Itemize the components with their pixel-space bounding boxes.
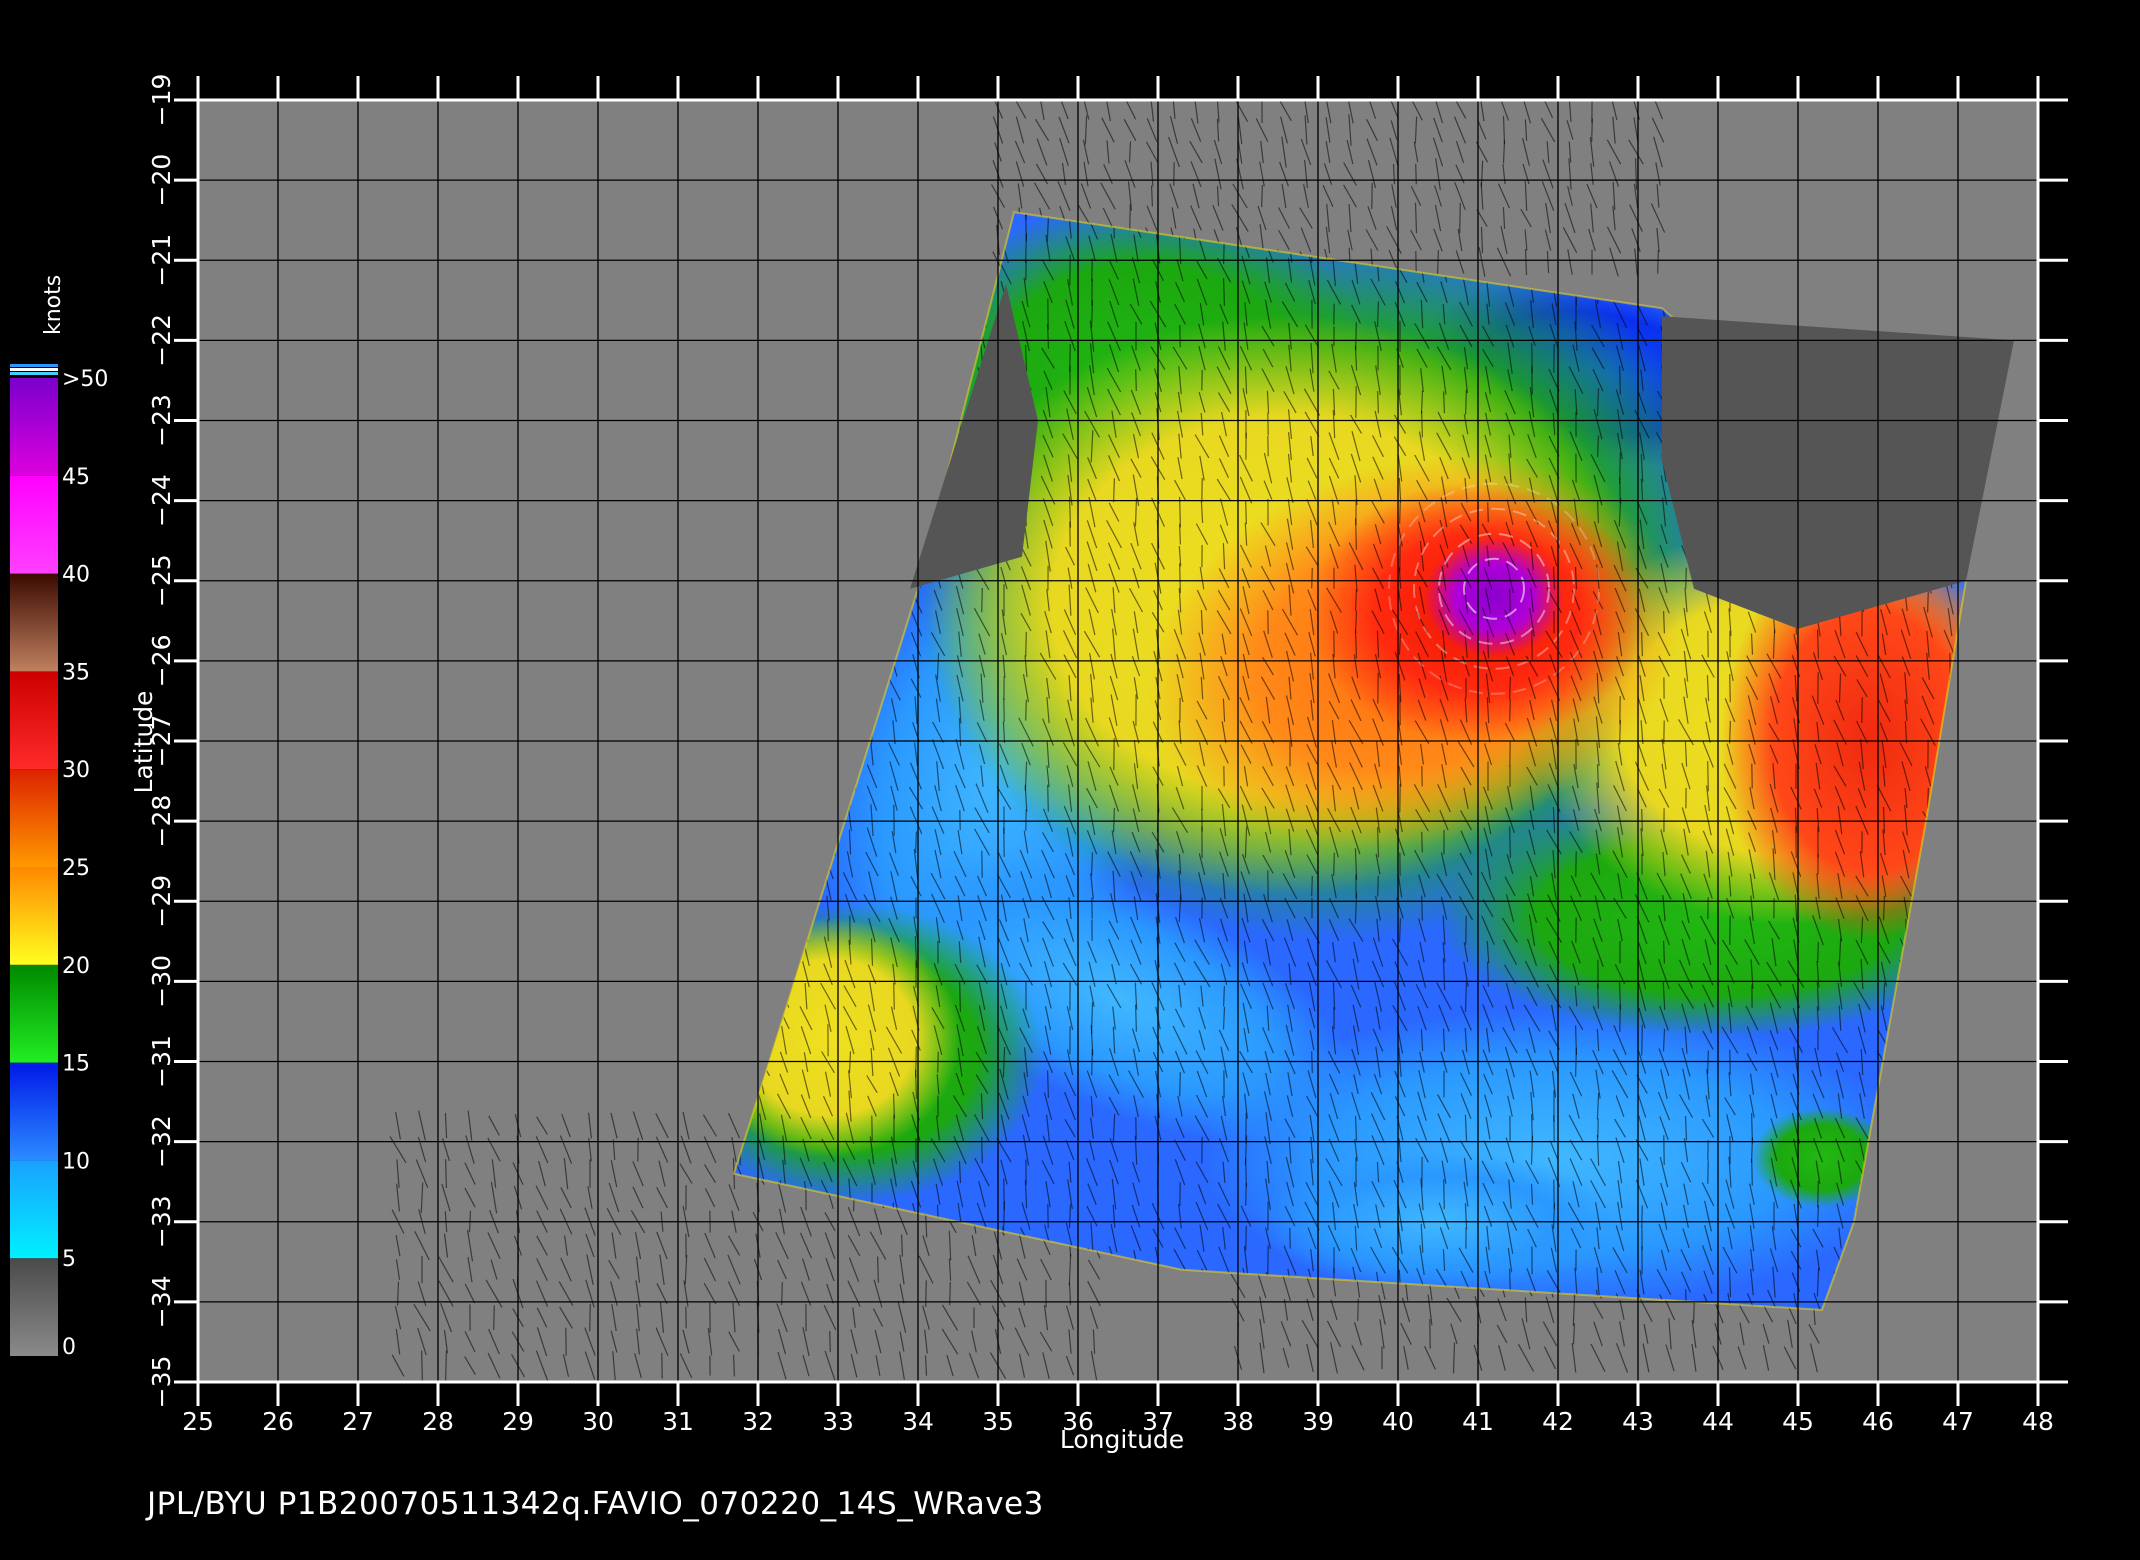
x-tick-label: 48 (2022, 1407, 2054, 1436)
colorbar-tick-label: 0 (62, 1335, 76, 1360)
y-tick-label: −33 (147, 1195, 176, 1248)
colorbar-tick-label: 10 (62, 1149, 90, 1174)
x-tick-label: 40 (1382, 1407, 1414, 1436)
x-tick-label: 46 (1862, 1407, 1894, 1436)
colorbar-band (10, 964, 58, 1063)
storm-core-field (1424, 536, 1564, 657)
x-tick-label: 43 (1622, 1407, 1654, 1436)
x-tick-label: 44 (1702, 1407, 1734, 1436)
colorbar-band (10, 573, 58, 672)
colorbar-band (10, 769, 58, 867)
x-tick-label: 27 (342, 1407, 374, 1436)
y-tick-label: −22 (147, 314, 176, 367)
colorbar-cap (10, 368, 58, 371)
colorbar-tick-label: 25 (62, 856, 90, 881)
x-tick-label: 30 (582, 1407, 614, 1436)
x-tick-label: 38 (1222, 1407, 1254, 1436)
x-tick-label: 32 (742, 1407, 774, 1436)
x-tick-label: 29 (502, 1407, 534, 1436)
colorbar-tick-label: >50 (62, 367, 108, 392)
colorbar-tick-label: 40 (62, 563, 90, 588)
y-tick-label: −19 (147, 74, 176, 127)
no-data-region (1662, 316, 2014, 629)
x-tick-label: 41 (1462, 1407, 1494, 1436)
colorbar-band (10, 671, 58, 770)
colorbar-band (10, 867, 58, 965)
colorbar-unit-label: knots (41, 275, 66, 335)
colorbar-tick-label: 20 (62, 954, 90, 979)
colorbar-tick-label: 35 (62, 660, 90, 685)
y-tick-label: −31 (147, 1035, 176, 1088)
y-tick-label: −29 (147, 875, 176, 928)
y-tick-label: −34 (147, 1275, 176, 1328)
colorbar-band (10, 1258, 58, 1356)
y-tick-label: −20 (147, 154, 176, 207)
colorbar (10, 364, 58, 1356)
colorbar-tick-label: 30 (62, 758, 90, 783)
x-tick-label: 35 (982, 1407, 1014, 1436)
y-tick-label: −26 (147, 634, 176, 687)
colorbar-band (10, 378, 58, 476)
x-tick-label: 45 (1782, 1407, 1814, 1436)
x-tick-label: 33 (822, 1407, 854, 1436)
colorbar-tick-label: 15 (62, 1052, 90, 1077)
x-tick-label: 47 (1942, 1407, 1974, 1436)
colorbar-cap (10, 372, 58, 375)
x-tick-label: 39 (1302, 1407, 1334, 1436)
y-tick-label: −30 (147, 955, 176, 1008)
x-tick-label: 26 (262, 1407, 294, 1436)
x-tick-label: 42 (1542, 1407, 1574, 1436)
colorbar-cap (10, 364, 58, 367)
colorbar-band (10, 1062, 58, 1161)
colorbar-band (10, 475, 58, 574)
x-axis-label: Longitude (1060, 1425, 1184, 1454)
y-tick-label: −28 (147, 795, 176, 848)
colorbar-tick-label: 5 (62, 1247, 76, 1272)
footer-caption: JPL/BYU P1B20070511342q.FAVIO_070220_14S… (145, 1486, 1044, 1522)
y-tick-label: −23 (147, 394, 176, 447)
wind-speed-chart: 25 26 27 28 29 30 31 32 33 34 35 36 37 38 39 40 41 42 43 44… (10, 74, 2068, 1522)
y-tick-label: −24 (147, 474, 176, 527)
y-tick-label: −35 (147, 1356, 176, 1409)
x-tick-label: 31 (662, 1407, 694, 1436)
x-tick-label: 25 (182, 1407, 214, 1436)
y-axis-label: Latitude (129, 691, 158, 794)
colorbar-labels: 0 5 10 15 20 25 30 35 40 45 >50 (62, 367, 108, 1360)
x-tick-label: 34 (902, 1407, 934, 1436)
x-tick-label: 28 (422, 1407, 454, 1436)
y-tick-label: −25 (147, 554, 176, 607)
colorbar-tick-label: 45 (62, 465, 90, 490)
colorbar-band (10, 1160, 58, 1259)
y-tick-label: −32 (147, 1115, 176, 1168)
y-tick-label: −21 (147, 234, 176, 287)
